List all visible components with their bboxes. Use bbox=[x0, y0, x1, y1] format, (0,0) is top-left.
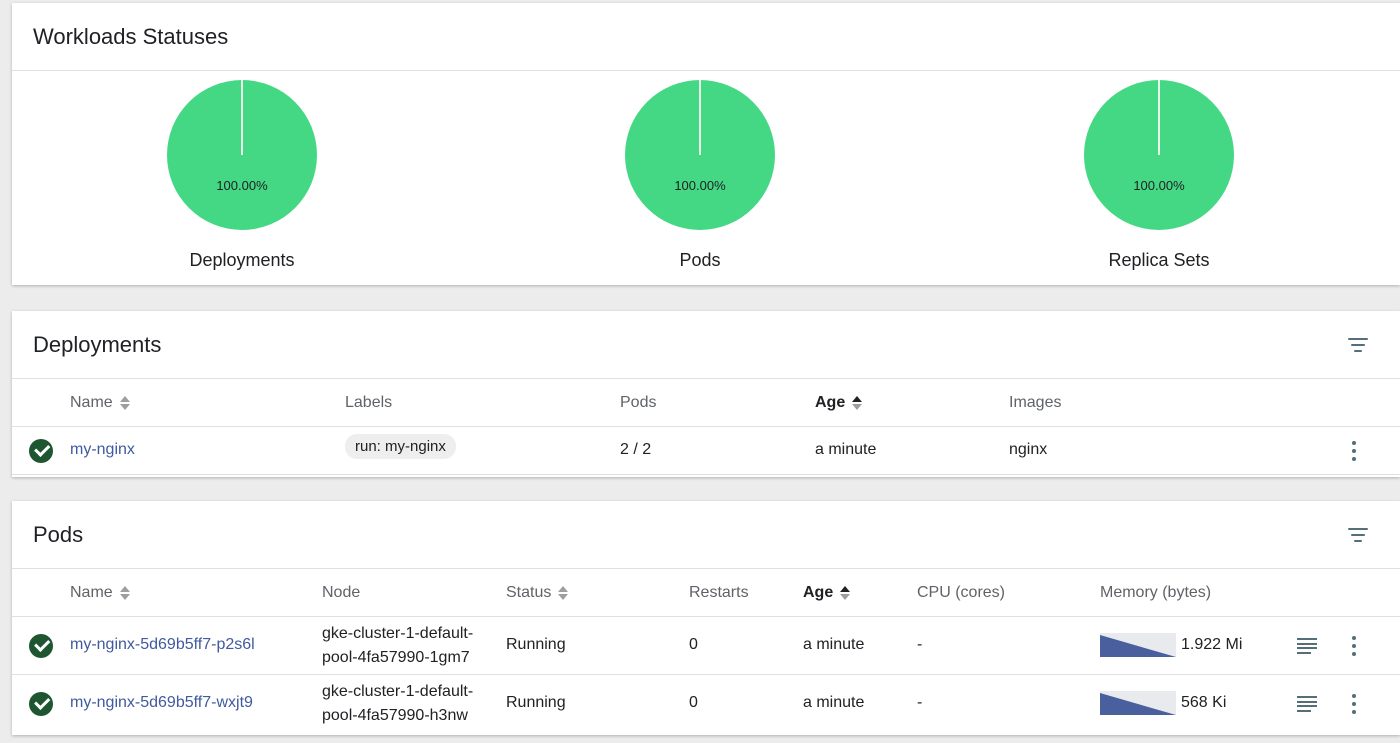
column-memory-label: Memory (bytes) bbox=[1100, 584, 1212, 601]
column-status[interactable]: Status bbox=[506, 584, 569, 602]
more-vert-icon[interactable] bbox=[1351, 694, 1357, 714]
sort-icon[interactable] bbox=[119, 396, 130, 410]
deployments-chart-name: Deployments bbox=[189, 250, 295, 270]
pod-status: Running bbox=[506, 636, 566, 653]
pods-count: 2 / 2 bbox=[620, 441, 652, 458]
pods-card: Pods Name Node Status Restarts Age CPU (… bbox=[12, 501, 1400, 735]
replica-sets-pie[interactable]: 100.00% bbox=[1084, 80, 1234, 230]
column-node: Node bbox=[322, 584, 360, 602]
column-age[interactable]: Age bbox=[803, 584, 851, 602]
column-age-label: Age bbox=[815, 394, 846, 411]
more-vert-icon[interactable] bbox=[1351, 636, 1357, 656]
check-circle-icon bbox=[29, 692, 53, 716]
deployment-image: nginx bbox=[1009, 441, 1048, 458]
pods-pie-label: 100.00% bbox=[674, 178, 726, 193]
deployments-title: Deployments bbox=[33, 331, 162, 357]
pods-chart[interactable]: 100.00% Pods bbox=[600, 80, 800, 271]
column-name[interactable]: Name bbox=[70, 394, 130, 412]
deployment-age: a minute bbox=[815, 441, 877, 458]
table-row: my-nginx-5d69b5ff7-p2s6l gke-cluster-1-d… bbox=[12, 617, 1400, 675]
column-name-label: Name bbox=[70, 394, 113, 411]
deployment-name-link[interactable]: my-nginx bbox=[70, 441, 135, 459]
deployments-card: Deployments Name Labels Pods Age Images … bbox=[12, 311, 1400, 477]
sort-ascending-icon[interactable] bbox=[840, 586, 851, 600]
pod-cpu: - bbox=[917, 636, 923, 653]
pods-chart-name: Pods bbox=[679, 250, 721, 270]
deployments-header: Deployments bbox=[12, 311, 1400, 379]
pod-restarts: 0 bbox=[689, 636, 698, 653]
pod-cpu: - bbox=[917, 694, 923, 711]
column-labels-label: Labels bbox=[345, 394, 393, 411]
pod-node-line1: gke-cluster-1-default- bbox=[322, 683, 474, 700]
pod-status: Running bbox=[506, 694, 566, 711]
column-age[interactable]: Age bbox=[815, 394, 863, 412]
pod-name-link[interactable]: my-nginx-5d69b5ff7-p2s6l bbox=[70, 636, 255, 654]
pod-memory: 568 Ki bbox=[1181, 694, 1227, 711]
memory-sparkline bbox=[1100, 633, 1176, 657]
workloads-header: Workloads Statuses bbox=[12, 3, 1400, 71]
pod-node-line1: gke-cluster-1-default- bbox=[322, 625, 474, 642]
replica-sets-chart-name: Replica Sets bbox=[1108, 250, 1210, 270]
column-labels: Labels bbox=[345, 394, 392, 412]
workload-charts: 100.00% Deployments 100.00% Pods 100.00%… bbox=[12, 71, 1400, 284]
deployments-table-header: Name Labels Pods Age Images bbox=[12, 379, 1400, 427]
label-chip-text: run: my-nginx bbox=[345, 434, 456, 459]
pod-node[interactable]: gke-cluster-1-default- pool-4fa57990-1gm… bbox=[322, 622, 473, 670]
logs-icon[interactable] bbox=[1297, 696, 1317, 712]
column-images: Images bbox=[1009, 394, 1061, 412]
pods-header: Pods bbox=[12, 501, 1400, 569]
label-chip: run: my-nginx bbox=[345, 434, 456, 459]
column-restarts-label: Restarts bbox=[689, 584, 749, 601]
column-restarts: Restarts bbox=[689, 584, 749, 602]
deployments-pie-label: 100.00% bbox=[216, 178, 268, 193]
sort-icon[interactable] bbox=[119, 586, 130, 600]
pod-age: a minute bbox=[803, 636, 865, 653]
column-pods-label: Pods bbox=[620, 394, 657, 411]
column-pods: Pods bbox=[620, 394, 656, 412]
check-circle-icon bbox=[29, 634, 53, 658]
column-images-label: Images bbox=[1009, 394, 1062, 411]
deployments-pie[interactable]: 100.00% bbox=[167, 80, 317, 230]
memory-sparkline bbox=[1100, 691, 1176, 715]
pods-pie[interactable]: 100.00% bbox=[625, 80, 775, 230]
logs-icon[interactable] bbox=[1297, 638, 1317, 654]
column-node-label: Node bbox=[322, 584, 361, 601]
replica-sets-chart[interactable]: 100.00% Replica Sets bbox=[1059, 80, 1259, 271]
more-vert-icon[interactable] bbox=[1351, 441, 1357, 461]
pod-memory: 1.922 Mi bbox=[1181, 636, 1243, 653]
column-status-label: Status bbox=[506, 584, 552, 601]
deployments-chart[interactable]: 100.00% Deployments bbox=[142, 80, 342, 271]
column-cpu: CPU (cores) bbox=[917, 584, 1005, 602]
column-name[interactable]: Name bbox=[70, 584, 130, 602]
pod-node-line2: pool-4fa57990-1gm7 bbox=[322, 649, 470, 666]
sort-icon[interactable] bbox=[558, 586, 569, 600]
column-cpu-label: CPU (cores) bbox=[917, 584, 1006, 601]
workloads-status-card: Workloads Statuses 100.00% Deployments 1… bbox=[12, 3, 1400, 285]
check-circle-icon bbox=[29, 439, 53, 463]
workloads-title: Workloads Statuses bbox=[33, 23, 229, 49]
pods-title: Pods bbox=[33, 521, 84, 547]
filter-icon[interactable] bbox=[1346, 523, 1370, 547]
column-age-label: Age bbox=[803, 584, 834, 601]
pods-table-header: Name Node Status Restarts Age CPU (cores… bbox=[12, 569, 1400, 617]
pod-node[interactable]: gke-cluster-1-default- pool-4fa57990-h3n… bbox=[322, 680, 473, 728]
table-row: my-nginx-5d69b5ff7-wxjt9 gke-cluster-1-d… bbox=[12, 675, 1400, 733]
filter-icon[interactable] bbox=[1346, 333, 1370, 357]
pod-restarts: 0 bbox=[689, 694, 698, 711]
column-memory: Memory (bytes) bbox=[1100, 584, 1211, 602]
pod-node-line2: pool-4fa57990-h3nw bbox=[322, 707, 468, 724]
table-row: my-nginx run: my-nginx 2 / 2 a minute ng… bbox=[12, 427, 1400, 475]
pod-age: a minute bbox=[803, 694, 865, 711]
pod-name-link[interactable]: my-nginx-5d69b5ff7-wxjt9 bbox=[70, 694, 253, 712]
replica-sets-pie-label: 100.00% bbox=[1133, 178, 1185, 193]
sort-ascending-icon[interactable] bbox=[852, 396, 863, 410]
column-name-label: Name bbox=[70, 584, 113, 601]
